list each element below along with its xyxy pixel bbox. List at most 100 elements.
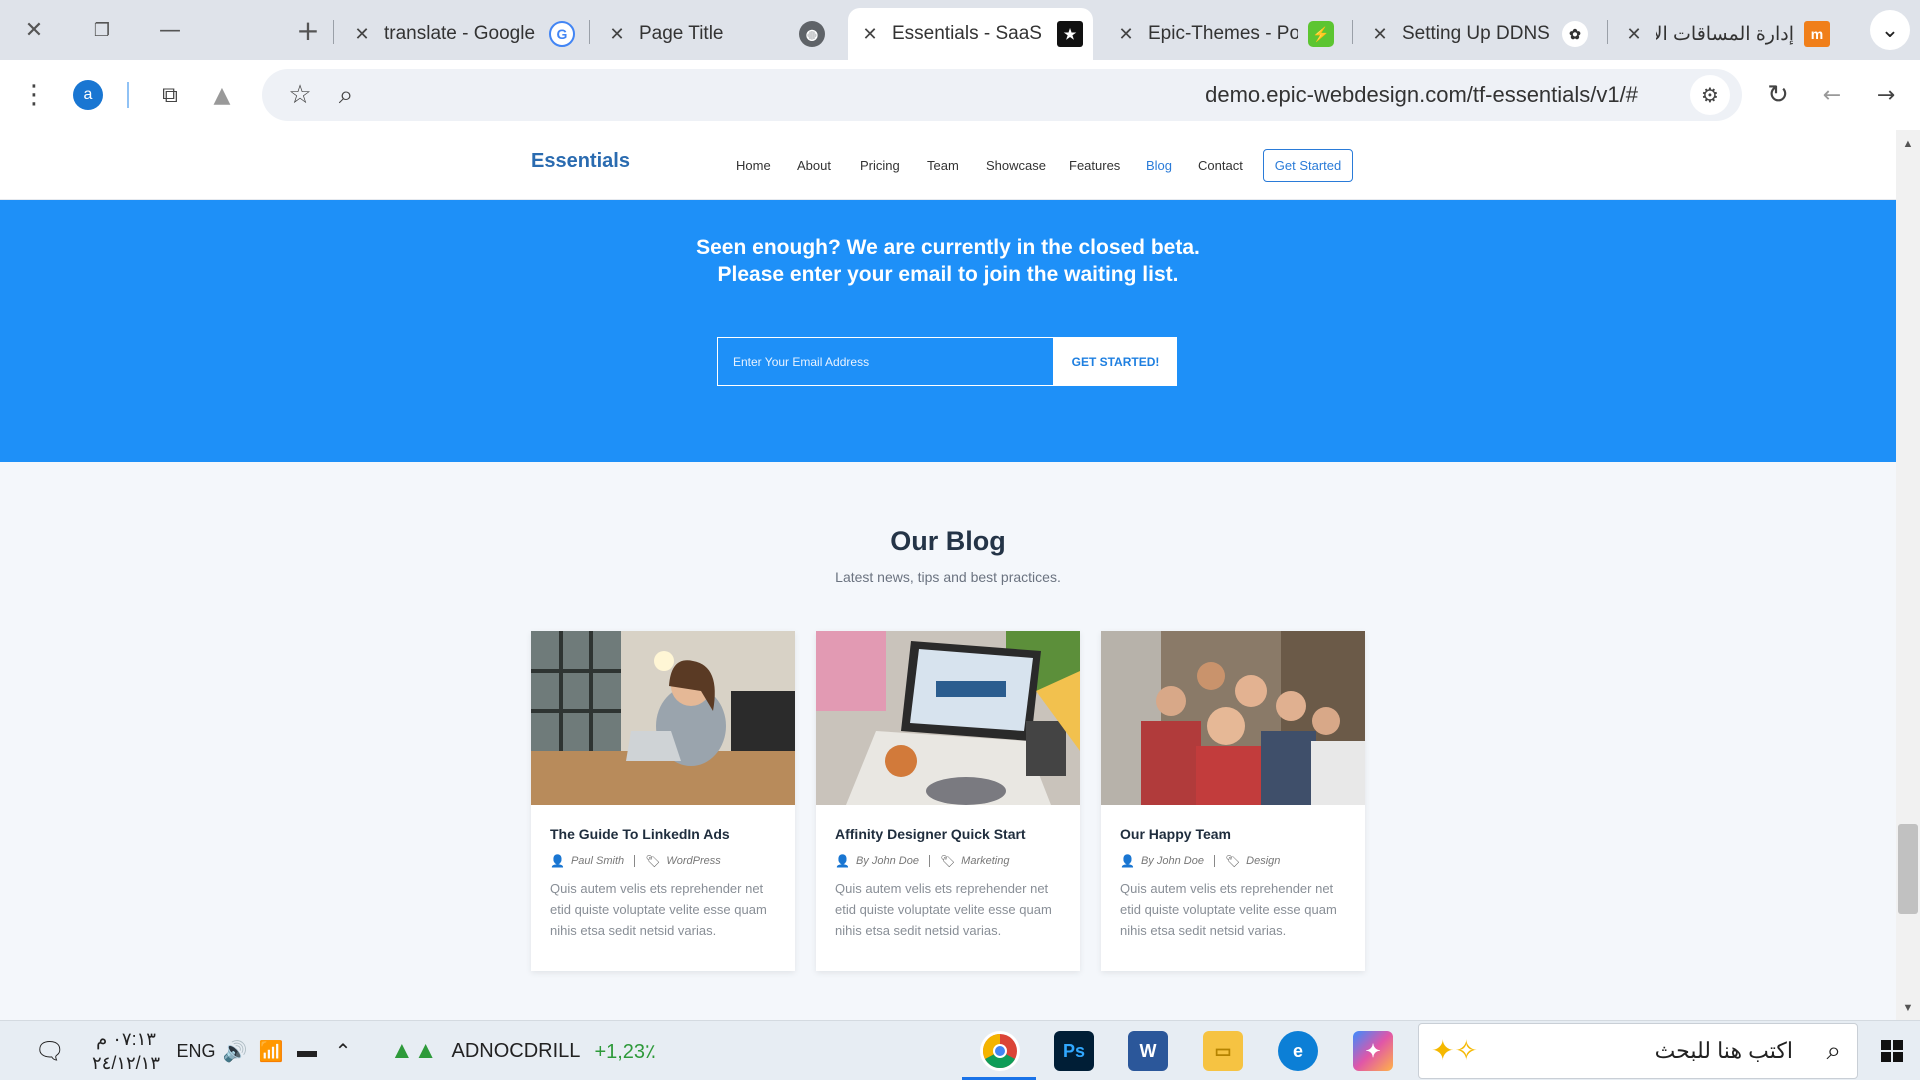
file-explorer-icon[interactable]: ▭: [1203, 1031, 1243, 1071]
tab-essentials[interactable]: ✕ Essentials - SaaS La ★: [848, 8, 1093, 60]
tab-separator: [1607, 20, 1608, 44]
close-window-icon[interactable]: ✕: [4, 0, 64, 60]
stock-widget[interactable]: ▲▲ ADNOCDRILL +1,23٪: [390, 1021, 656, 1080]
nav-blog[interactable]: Blog: [1146, 158, 1172, 173]
volume-icon[interactable]: 🔊: [218, 1021, 252, 1080]
blog-title: Our Blog: [890, 526, 1006, 556]
bookmark-star-icon[interactable]: ☆: [280, 69, 320, 121]
close-tab-icon[interactable]: ✕: [848, 24, 892, 45]
tab-epic-themes[interactable]: ✕ Epic-Themes - Port ⚡: [1104, 8, 1344, 60]
close-tab-icon[interactable]: ✕: [1104, 24, 1148, 45]
blog-card[interactable]: Our Happy Team 👤 By John Doe 🏷 Design Qu…: [1101, 631, 1365, 971]
blog-card-category[interactable]: WordPress: [666, 855, 720, 867]
tab-ddns[interactable]: ✕ Setting Up DDNS ✿: [1358, 8, 1598, 60]
taskbar-search[interactable]: ✦✧ اكتب هنا للبحث ⌕: [1418, 1023, 1858, 1079]
nav-showcase[interactable]: Showcase: [986, 158, 1046, 173]
tab-page-title[interactable]: ✕ Page Title ◍: [595, 8, 835, 60]
browser-menu-icon[interactable]: ⋮: [14, 60, 54, 130]
blog-card-author: By John Doe: [855, 855, 919, 867]
close-tab-icon[interactable]: ✕: [595, 24, 639, 45]
restore-window-icon[interactable]: ❐: [72, 0, 132, 60]
scroll-up-arrow-icon[interactable]: ▲: [1898, 138, 1918, 150]
reload-icon[interactable]: ↻: [1758, 60, 1798, 130]
extension-logo-icon[interactable]: ▲: [202, 60, 242, 130]
blog-subtitle: Latest news, tips and best practices.: [835, 569, 1061, 585]
address-bar[interactable]: ☆ ⌕ demo.epic-webdesign.com/tf-essential…: [262, 69, 1742, 121]
nav-pricing[interactable]: Pricing: [860, 158, 900, 173]
beta-heading-line2: Please enter your email to join the wait…: [717, 263, 1179, 286]
site-logo[interactable]: Essentials: [531, 150, 630, 173]
google-icon: G: [549, 21, 575, 47]
nav-contact[interactable]: Contact: [1198, 158, 1243, 173]
blog-card-image[interactable]: [816, 631, 1080, 805]
zoom-icon[interactable]: ⌕: [326, 69, 366, 121]
blog-card[interactable]: The Guide To LinkedIn Ads 👤 Paul Smith 🏷…: [531, 631, 795, 971]
blog-card-title[interactable]: Our Happy Team: [1120, 826, 1231, 842]
blog-card-excerpt: Quis autem velis ets reprehender net eti…: [835, 881, 1052, 938]
clock-time: ٠٧:١٣ م: [96, 1029, 156, 1049]
star-icon: ★: [1057, 21, 1083, 47]
chrome-icon[interactable]: [980, 1031, 1020, 1071]
edge-icon[interactable]: e: [1278, 1031, 1318, 1071]
tab-search-button[interactable]: ⌄: [1870, 10, 1910, 50]
tab-translate[interactable]: ✕ translate - Google G: [340, 8, 585, 60]
blog-card[interactable]: Affinity Designer Quick Start 👤 By John …: [816, 631, 1080, 971]
minimize-window-icon[interactable]: —: [140, 0, 200, 60]
show-hidden-icons-icon[interactable]: ⌃: [326, 1021, 360, 1080]
photoshop-icon[interactable]: Ps: [1054, 1031, 1094, 1071]
profile-avatar[interactable]: a: [73, 80, 103, 110]
meta-divider: [928, 855, 930, 867]
email-input[interactable]: Enter Your Email Address: [717, 337, 1054, 386]
user-icon: 👤: [835, 854, 850, 868]
word-icon[interactable]: W: [1128, 1031, 1168, 1071]
blog-card-image[interactable]: [1101, 631, 1365, 805]
language-indicator[interactable]: ENG: [168, 1021, 224, 1080]
blog-card-category[interactable]: Design: [1246, 855, 1280, 867]
blog-card-author: Paul Smith: [570, 855, 625, 867]
openai-icon: ✿: [1562, 21, 1588, 47]
tab-moodle[interactable]: ✕ إدارة المساقات الإلك m: [1612, 8, 1840, 60]
forward-icon[interactable]: →: [1866, 60, 1906, 130]
blog-card-meta: 👤 By John Doe 🏷 Marketing: [835, 854, 1009, 868]
nav-team[interactable]: Team: [927, 158, 959, 173]
tab-title: Essentials - SaaS La: [892, 23, 1047, 44]
tags-icon: 🏷: [939, 854, 956, 868]
scrollbar-thumb[interactable]: [1898, 824, 1918, 914]
nav-home[interactable]: Home: [736, 158, 771, 173]
blog-card-meta: 👤 By John Doe 🏷 Design: [1120, 854, 1280, 868]
search-icon: ⌕: [1826, 1036, 1841, 1066]
extensions-icon[interactable]: ⧉: [150, 60, 190, 130]
tab-title: Page Title: [639, 23, 724, 44]
battery-icon[interactable]: ▬: [290, 1021, 324, 1080]
network-icon[interactable]: 📶: [254, 1021, 288, 1080]
nav-features[interactable]: Features: [1069, 158, 1120, 173]
site-settings-icon[interactable]: ⚙: [1690, 75, 1730, 115]
back-icon[interactable]: ←: [1812, 60, 1852, 130]
notifications-icon[interactable]: 🗨: [30, 1021, 70, 1080]
tab-title: Epic-Themes - Port: [1148, 23, 1298, 44]
stock-chart-icon: ▲▲: [390, 1037, 438, 1064]
get-started-button[interactable]: GET STARTED!: [1054, 337, 1177, 386]
nav-about[interactable]: About: [797, 158, 831, 173]
blog-card-title[interactable]: The Guide To LinkedIn Ads: [550, 826, 730, 842]
moodle-icon: m: [1804, 21, 1830, 47]
tags-icon: 🏷: [1224, 854, 1241, 868]
meta-divider: [634, 855, 636, 867]
blog-card-title[interactable]: Affinity Designer Quick Start: [835, 826, 1026, 842]
blog-card-excerpt: Quis autem velis ets reprehender net eti…: [550, 881, 767, 938]
copilot-icon[interactable]: ✦: [1353, 1031, 1393, 1071]
toolbar-divider: [127, 82, 129, 108]
windows-start-icon[interactable]: [1872, 1021, 1912, 1080]
clock[interactable]: ٠٧:١٣ م ٢٤/١٢/١٣: [86, 1027, 166, 1075]
blog-card-meta: 👤 Paul Smith 🏷 WordPress: [550, 854, 721, 868]
scroll-down-arrow-icon[interactable]: ▼: [1898, 1002, 1918, 1014]
close-tab-icon[interactable]: ✕: [1612, 24, 1656, 45]
close-tab-icon[interactable]: ✕: [1358, 24, 1402, 45]
browser-toolbar: ⋮ a ⧉ ▲ ☆ ⌕ demo.epic-webdesign.com/tf-e…: [0, 60, 1920, 130]
new-tab-button[interactable]: +: [278, 0, 338, 60]
url-text[interactable]: demo.epic-webdesign.com/tf-essentials/v1…: [1205, 69, 1638, 121]
get-started-nav-button[interactable]: Get Started: [1263, 149, 1353, 182]
close-tab-icon[interactable]: ✕: [340, 24, 384, 45]
blog-card-image[interactable]: [531, 631, 795, 805]
blog-card-category[interactable]: Marketing: [961, 855, 1009, 867]
